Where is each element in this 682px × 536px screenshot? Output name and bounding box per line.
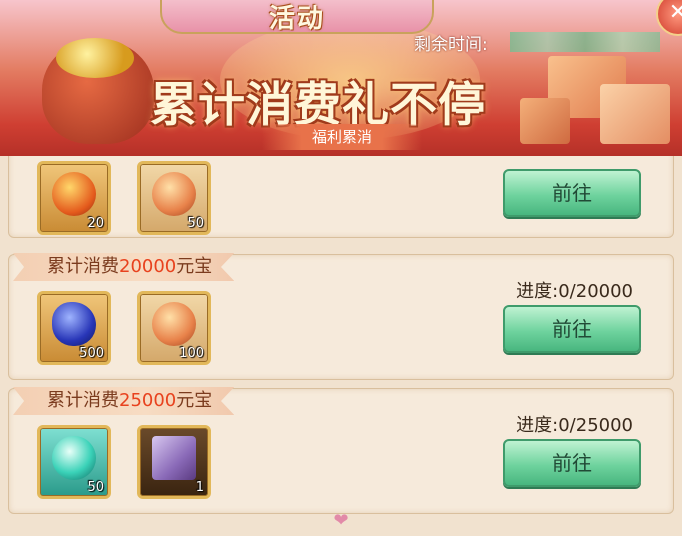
reward-item-slot[interactable]: 1 bbox=[137, 425, 211, 499]
window-title: 活动 bbox=[268, 4, 325, 34]
tier-amount: 25000 bbox=[119, 390, 177, 411]
reward-item-slot[interactable]: 50 bbox=[37, 425, 111, 499]
gift-box-icon bbox=[600, 84, 670, 144]
reward-item-slot[interactable]: 20 bbox=[37, 161, 111, 235]
remaining-time-value bbox=[510, 32, 660, 52]
window-title-tab: 活动 bbox=[160, 0, 434, 34]
go-button[interactable]: 前往 bbox=[503, 439, 641, 487]
amber-orb-icon bbox=[152, 172, 196, 216]
gift-box-icon bbox=[520, 98, 570, 144]
gold-ingot-icon bbox=[56, 38, 134, 78]
tier-amount: 20000 bbox=[119, 256, 177, 277]
tier-label: 累计消费 bbox=[47, 390, 119, 411]
item-count: 50 bbox=[187, 216, 204, 231]
reward-tier-card: 累计消费25000元宝 进度:0/25000 50 1 前往 bbox=[8, 387, 674, 514]
progress-text: 进度:0/25000 bbox=[516, 415, 633, 436]
tier-unit: 元宝 bbox=[176, 256, 213, 277]
reward-tier-card: 累计消费20000元宝 进度:0/20000 500 100 前往 bbox=[8, 253, 674, 380]
item-count: 1 bbox=[195, 480, 204, 495]
go-button[interactable]: 前往 bbox=[503, 169, 641, 217]
tier-label: 累计消费 bbox=[47, 256, 119, 277]
progress-text: 进度:0/20000 bbox=[516, 281, 633, 302]
tier-unit: 元宝 bbox=[176, 390, 213, 411]
go-button[interactable]: 前往 bbox=[503, 305, 641, 353]
reward-list[interactable]: 20 50 前往 累计消费20000元宝 进度:0/20000 500 100 … bbox=[0, 126, 682, 536]
jade-orb-icon bbox=[52, 436, 96, 480]
sapphire-gem-icon bbox=[52, 302, 96, 346]
fire-orb-icon bbox=[52, 172, 96, 216]
gift-box-icon bbox=[152, 436, 196, 480]
reward-item-slot[interactable]: 50 bbox=[137, 161, 211, 235]
item-count: 20 bbox=[87, 216, 104, 231]
item-count: 50 bbox=[87, 480, 104, 495]
reward-item-slot[interactable]: 100 bbox=[137, 291, 211, 365]
amber-orb-icon bbox=[152, 302, 196, 346]
banner-subtitle: 福利累消 bbox=[262, 124, 422, 150]
heart-ornament-icon: ❤ bbox=[333, 510, 349, 531]
item-count: 500 bbox=[79, 346, 104, 361]
tier-ribbon: 累计消费20000元宝 bbox=[13, 253, 235, 281]
reward-item-slot[interactable]: 500 bbox=[37, 291, 111, 365]
tier-ribbon: 累计消费25000元宝 bbox=[13, 387, 235, 415]
item-count: 100 bbox=[179, 346, 204, 361]
